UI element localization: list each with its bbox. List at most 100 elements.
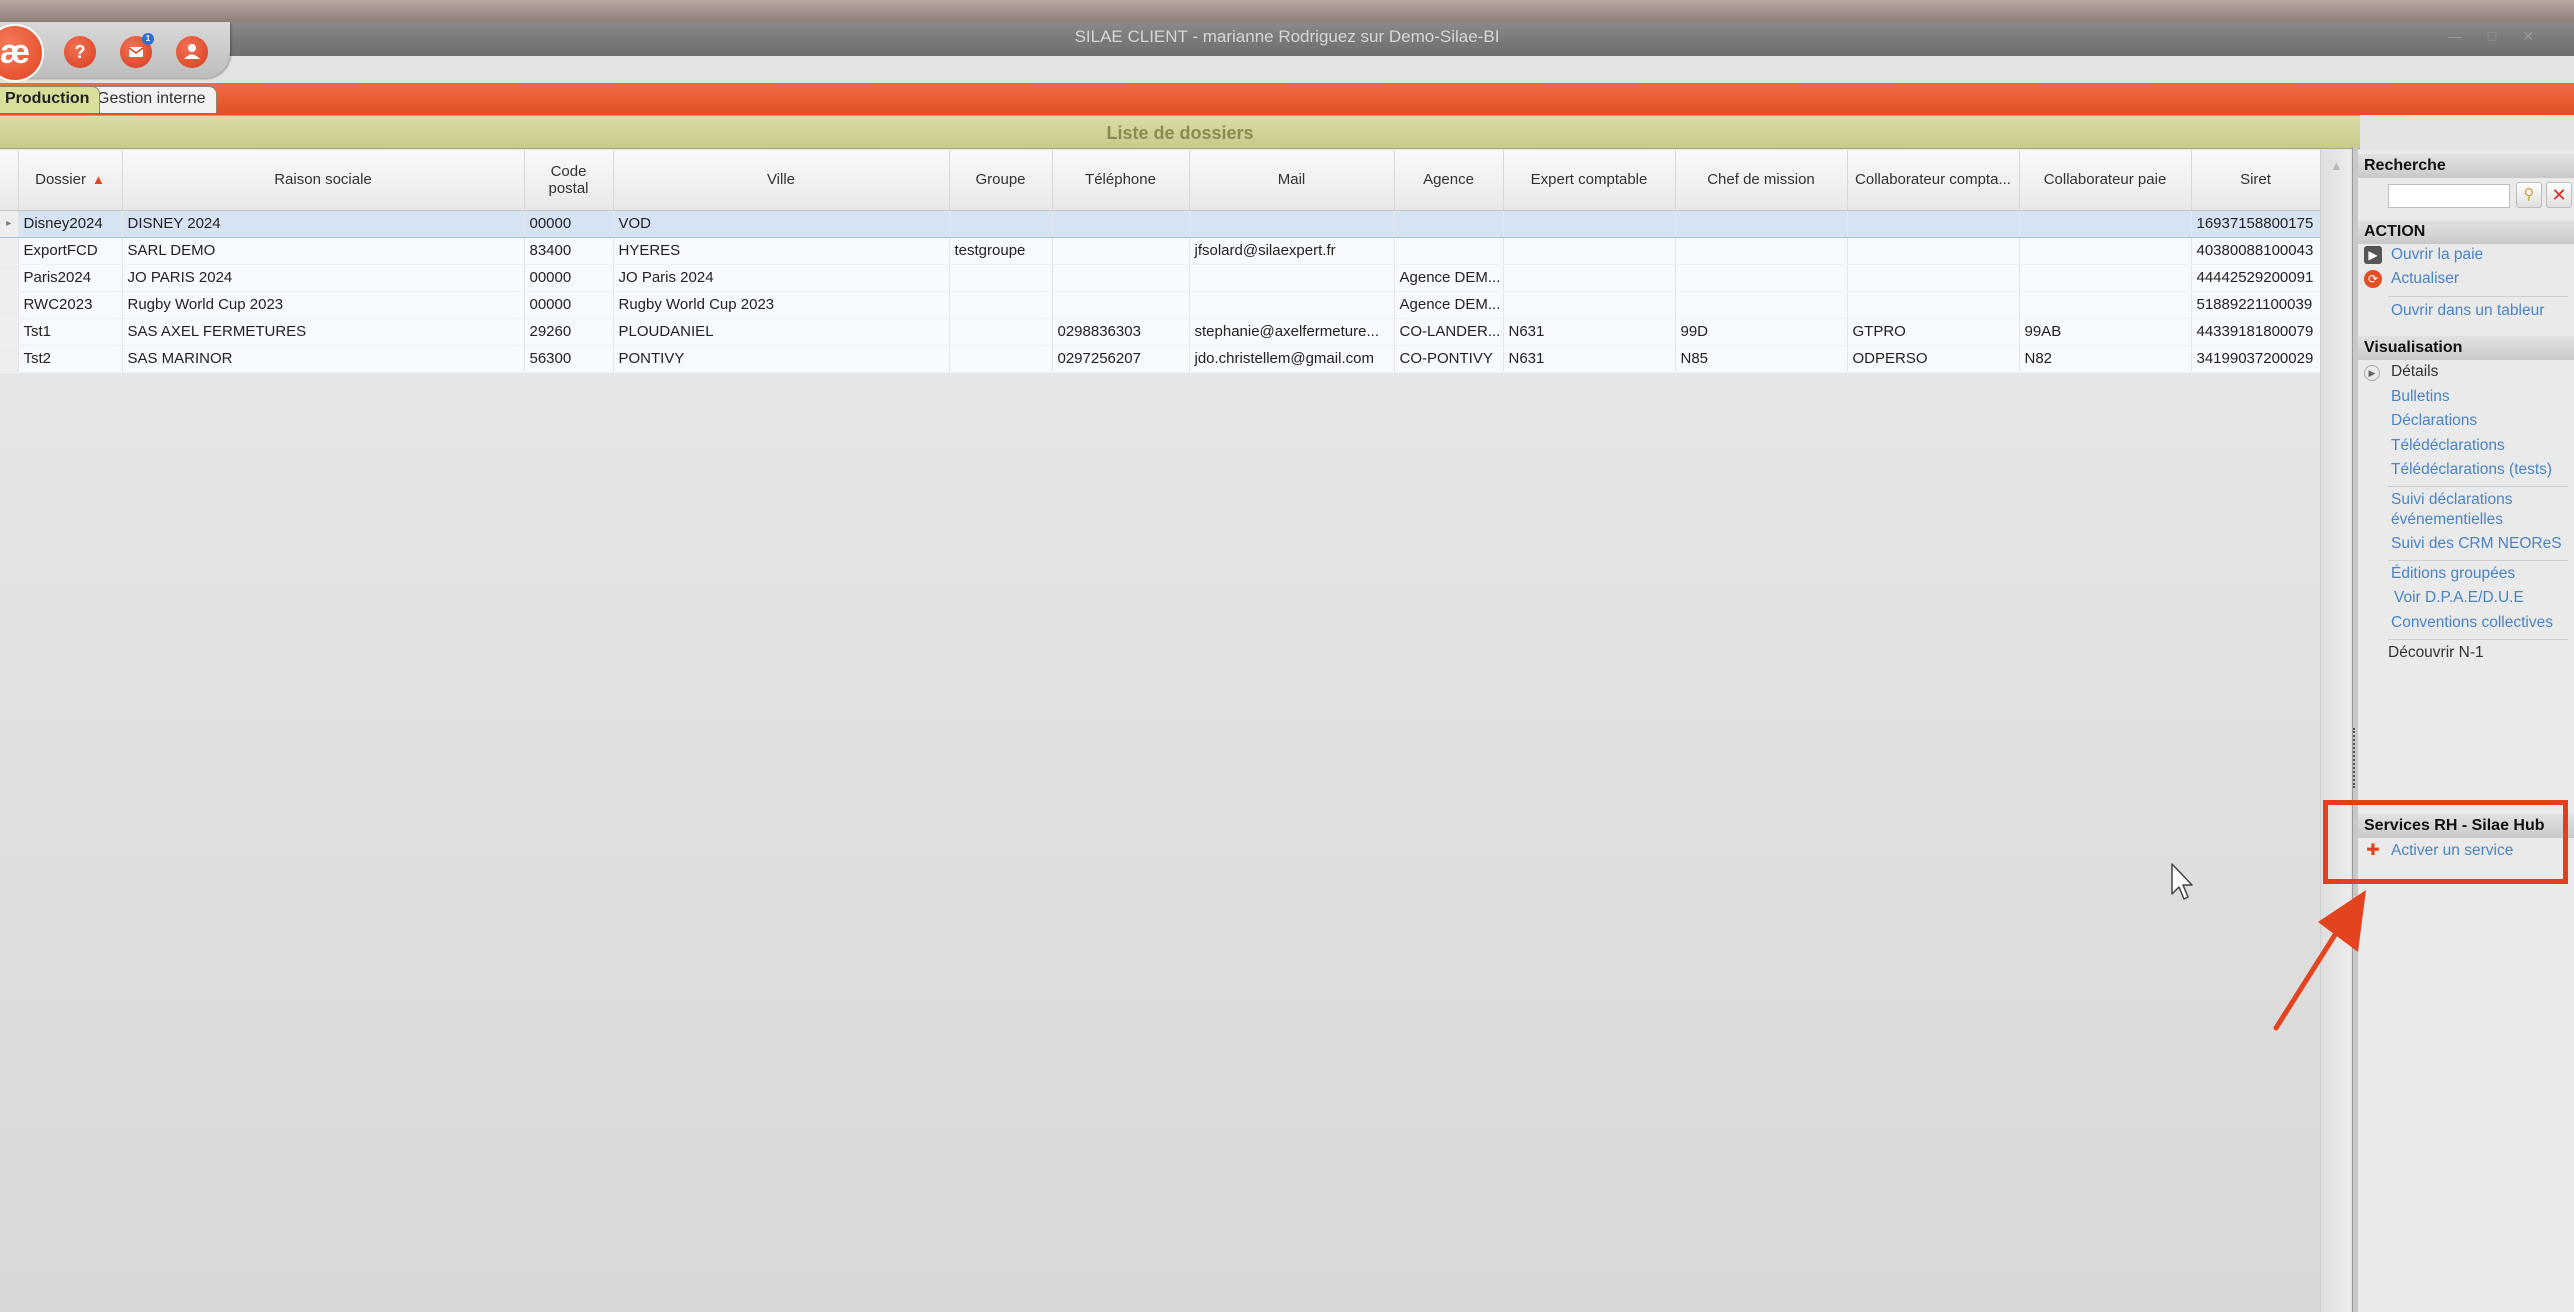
cell-groupe[interactable] <box>949 264 1053 292</box>
cell-siret[interactable]: 44442529200091 <box>2191 264 2321 292</box>
col-header-agence[interactable]: Agence <box>1394 150 1504 211</box>
messages-icon[interactable]: 1 <box>120 33 154 68</box>
cell-dossier[interactable]: RWC2023 <box>18 291 123 319</box>
cell-chef-de-mission[interactable] <box>1675 291 1848 319</box>
cell-mail[interactable]: stephanie@axelfermeture... <box>1189 318 1395 346</box>
minimize-button[interactable]: — <box>2448 28 2488 44</box>
cell-ville[interactable]: VOD <box>613 209 950 238</box>
cell-siret[interactable]: 51889221100039 <box>2191 291 2321 319</box>
cell-mail[interactable] <box>1189 209 1395 238</box>
cell-collaborateur-compta[interactable] <box>1847 264 2020 292</box>
cell-code-postal[interactable]: 00000 <box>524 209 614 238</box>
cell-agence[interactable]: Agence DEM... <box>1394 291 1504 319</box>
vis-decouvrir[interactable]: Découvrir N-1 <box>2388 644 2484 662</box>
col-header-code-postal[interactable]: Code postal <box>524 150 614 211</box>
table-row[interactable]: Tst1 SAS AXEL FERMETURES 29260 PLOUDANIEL 02… <box>0 318 2321 346</box>
cell-telephone[interactable] <box>1052 237 1190 265</box>
cell-collaborateur-paie[interactable]: N82 <box>2019 345 2192 373</box>
cell-agence[interactable]: CO-PONTIVY <box>1394 345 1504 373</box>
cell-raison-sociale[interactable]: Rugby World Cup 2023 <box>122 291 525 319</box>
cell-collaborateur-compta[interactable] <box>1847 291 2020 319</box>
cell-telephone[interactable]: 0297256207 <box>1052 345 1190 373</box>
table-row[interactable]: ExportFCD SARL DEMO 83400 HYERES testgroupe j… <box>0 237 2321 265</box>
cell-siret[interactable]: 44339181800079 <box>2191 318 2321 346</box>
col-header-siret[interactable]: Siret <box>2191 150 2321 211</box>
cell-collaborateur-paie[interactable]: 99AB <box>2019 318 2192 346</box>
cell-agence[interactable] <box>1394 209 1504 238</box>
cell-ville[interactable]: HYERES <box>613 237 950 265</box>
table-row[interactable]: Paris2024 JO PARIS 2024 00000 JO Paris 2024… <box>0 264 2321 292</box>
window-controls[interactable]: —□✕ <box>2448 28 2560 45</box>
help-icon[interactable]: ? <box>64 36 96 68</box>
cell-expert-comptable[interactable]: N631 <box>1503 318 1676 346</box>
cell-chef-de-mission[interactable] <box>1675 264 1848 292</box>
cell-collaborateur-compta[interactable] <box>1847 237 2020 265</box>
scroll-up-icon[interactable]: ▲ <box>2330 158 2343 173</box>
vis-voir-dpae[interactable]: Voir D.P.A.E/D.U.E <box>2394 589 2524 607</box>
user-icon[interactable] <box>176 36 208 68</box>
tab-gestion-interne[interactable]: Gestion interne <box>86 86 217 113</box>
cell-chef-de-mission[interactable]: 99D <box>1675 318 1848 346</box>
vis-declarations[interactable]: Déclarations <box>2391 412 2477 430</box>
cell-collaborateur-paie[interactable] <box>2019 291 2192 319</box>
cell-raison-sociale[interactable]: SARL DEMO <box>122 237 525 265</box>
cell-dossier[interactable]: ExportFCD <box>18 237 123 265</box>
vis-bulletins[interactable]: Bulletins <box>2391 388 2450 406</box>
row-indicator[interactable]: ▸ <box>0 209 19 238</box>
vertical-scrollbar[interactable]: ▲ <box>2320 150 2350 1312</box>
cell-dossier[interactable]: Tst1 <box>18 318 123 346</box>
cell-chef-de-mission[interactable] <box>1675 209 1848 238</box>
cell-raison-sociale[interactable]: SAS AXEL FERMETURES <box>122 318 525 346</box>
row-indicator[interactable] <box>0 345 19 373</box>
cell-raison-sociale[interactable]: SAS MARINOR <box>122 345 525 373</box>
row-indicator[interactable] <box>0 264 19 292</box>
col-header-telephone[interactable]: Téléphone <box>1052 150 1190 211</box>
cell-agence[interactable]: CO-LANDER... <box>1394 318 1504 346</box>
table-row[interactable]: RWC2023 Rugby World Cup 2023 00000 Rugby Wo… <box>0 291 2321 319</box>
col-header-groupe[interactable]: Groupe <box>949 150 1053 211</box>
cell-expert-comptable[interactable] <box>1503 291 1676 319</box>
row-indicator[interactable] <box>0 318 19 346</box>
cell-telephone[interactable] <box>1052 209 1190 238</box>
cell-telephone[interactable] <box>1052 264 1190 292</box>
logo-icon[interactable]: æ <box>0 24 44 82</box>
cell-groupe[interactable] <box>949 209 1053 238</box>
cell-collaborateur-paie[interactable] <box>2019 264 2192 292</box>
cell-mail[interactable] <box>1189 264 1395 292</box>
vis-suivi-declarations[interactable]: Suivi déclarations <box>2391 491 2512 509</box>
cell-collaborateur-paie[interactable] <box>2019 237 2192 265</box>
col-header-chef-de-mission[interactable]: Chef de mission <box>1675 150 1848 211</box>
vis-teledeclarations[interactable]: Télédéclarations <box>2391 437 2505 455</box>
cell-groupe[interactable] <box>949 291 1053 319</box>
cell-mail[interactable]: jdo.christellem@gmail.com <box>1189 345 1395 373</box>
col-header-ville[interactable]: Ville <box>613 150 950 211</box>
cell-raison-sociale[interactable]: DISNEY 2024 <box>122 209 525 238</box>
table-row[interactable]: ▸ Disney2024 DISNEY 2024 00000 VOD 1693715880… <box>0 209 2321 238</box>
cell-code-postal[interactable]: 29260 <box>524 318 614 346</box>
tab-production[interactable]: Production <box>0 86 101 113</box>
cell-siret[interactable]: 34199037200029 <box>2191 345 2321 373</box>
cell-dossier[interactable]: Tst2 <box>18 345 123 373</box>
cell-expert-comptable[interactable] <box>1503 237 1676 265</box>
cell-agence[interactable] <box>1394 237 1504 265</box>
vis-suivi-declarations-line2[interactable]: événementielles <box>2391 511 2503 529</box>
cell-groupe[interactable]: testgroupe <box>949 237 1053 265</box>
cell-chef-de-mission[interactable]: N85 <box>1675 345 1848 373</box>
col-header-collaborateur-compta[interactable]: Collaborateur compta... <box>1847 150 2020 211</box>
cell-ville[interactable]: PONTIVY <box>613 345 950 373</box>
cell-ville[interactable]: Rugby World Cup 2023 <box>613 291 950 319</box>
cell-telephone[interactable]: 0298836303 <box>1052 318 1190 346</box>
vis-teledeclarations-tests[interactable]: Télédéclarations (tests) <box>2391 461 2552 479</box>
col-header-expert-comptable[interactable]: Expert comptable <box>1503 150 1676 211</box>
cell-code-postal[interactable]: 56300 <box>524 345 614 373</box>
cell-groupe[interactable] <box>949 318 1053 346</box>
cell-ville[interactable]: PLOUDANIEL <box>613 318 950 346</box>
vis-conventions-collectives[interactable]: Conventions collectives <box>2391 614 2553 632</box>
table-row[interactable]: Tst2 SAS MARINOR 56300 PONTIVY 0297256207 jdo… <box>0 345 2321 373</box>
cell-dossier[interactable]: Disney2024 <box>18 209 123 238</box>
col-header-mail[interactable]: Mail <box>1189 150 1395 211</box>
cell-raison-sociale[interactable]: JO PARIS 2024 <box>122 264 525 292</box>
cell-dossier[interactable]: Paris2024 <box>18 264 123 292</box>
cell-agence[interactable]: Agence DEM... <box>1394 264 1504 292</box>
search-input[interactable] <box>2388 184 2510 208</box>
